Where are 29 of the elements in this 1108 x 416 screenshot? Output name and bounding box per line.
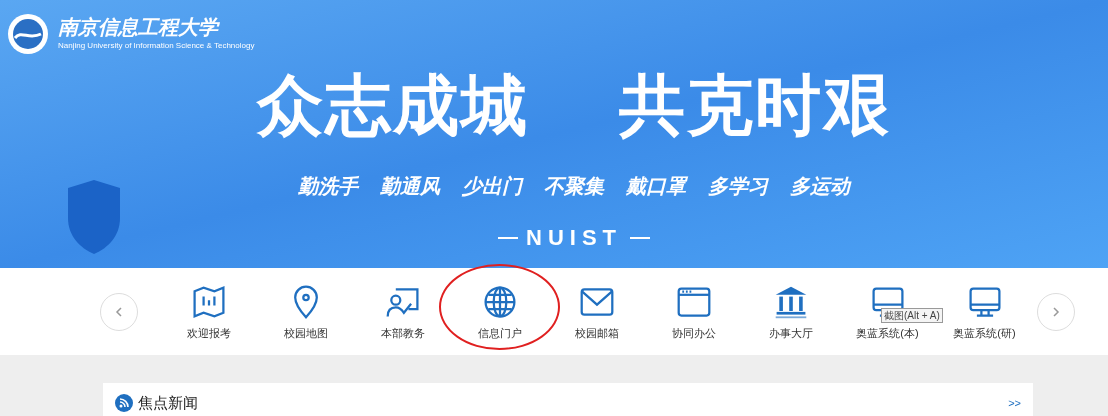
slogan-text: 共克时艰 — [619, 67, 891, 144]
university-name-english: Nanjing University of Information Science & Technology — [58, 41, 255, 51]
sub-slogan-text: 勤通风 — [380, 174, 440, 200]
nav-link[interactable]: 协同办公 — [671, 325, 716, 340]
sub-slogan-text: 多运动 — [790, 174, 850, 200]
sub-slogan-text: 少出门 — [462, 174, 522, 200]
map-icon[interactable] — [190, 283, 227, 320]
nav-link[interactable]: 信息门户 — [477, 325, 522, 340]
tooltip: 截图(Alt + A) — [881, 307, 943, 323]
chevron-left-icon — [113, 305, 125, 318]
sub-slogan-text: 勤洗手 — [298, 174, 358, 200]
sub-slogan-text: 不聚集 — [544, 174, 604, 200]
chevron-right-icon — [1050, 305, 1062, 318]
nav-link[interactable]: 办事大厅 — [768, 325, 813, 340]
nav-link[interactable]: 校园地图 — [283, 325, 328, 340]
nuist-tag: NUIST — [526, 221, 622, 255]
more-link[interactable]: >> — [1008, 394, 1021, 412]
university-emblem-icon — [6, 12, 50, 56]
slogan-text: 众志成城 — [257, 67, 529, 144]
nav-link[interactable]: 奥蓝系统(本) — [856, 325, 919, 340]
nav-link[interactable]: 欢迎报考 — [186, 325, 231, 340]
nav-link[interactable]: 本部教务 — [380, 325, 425, 340]
sub-slogan-text: 多学习 — [708, 174, 768, 200]
rss-icon — [115, 394, 133, 412]
nav-link[interactable]: 奥蓝系统(研) — [953, 325, 1016, 340]
university-name: 南京信息工程大学 — [58, 17, 221, 37]
news-section-title: 焦点新闻 — [138, 392, 198, 413]
sub-slogan-text: 戴口罩 — [626, 174, 686, 200]
nav-link[interactable]: 校园邮箱 — [574, 325, 619, 340]
